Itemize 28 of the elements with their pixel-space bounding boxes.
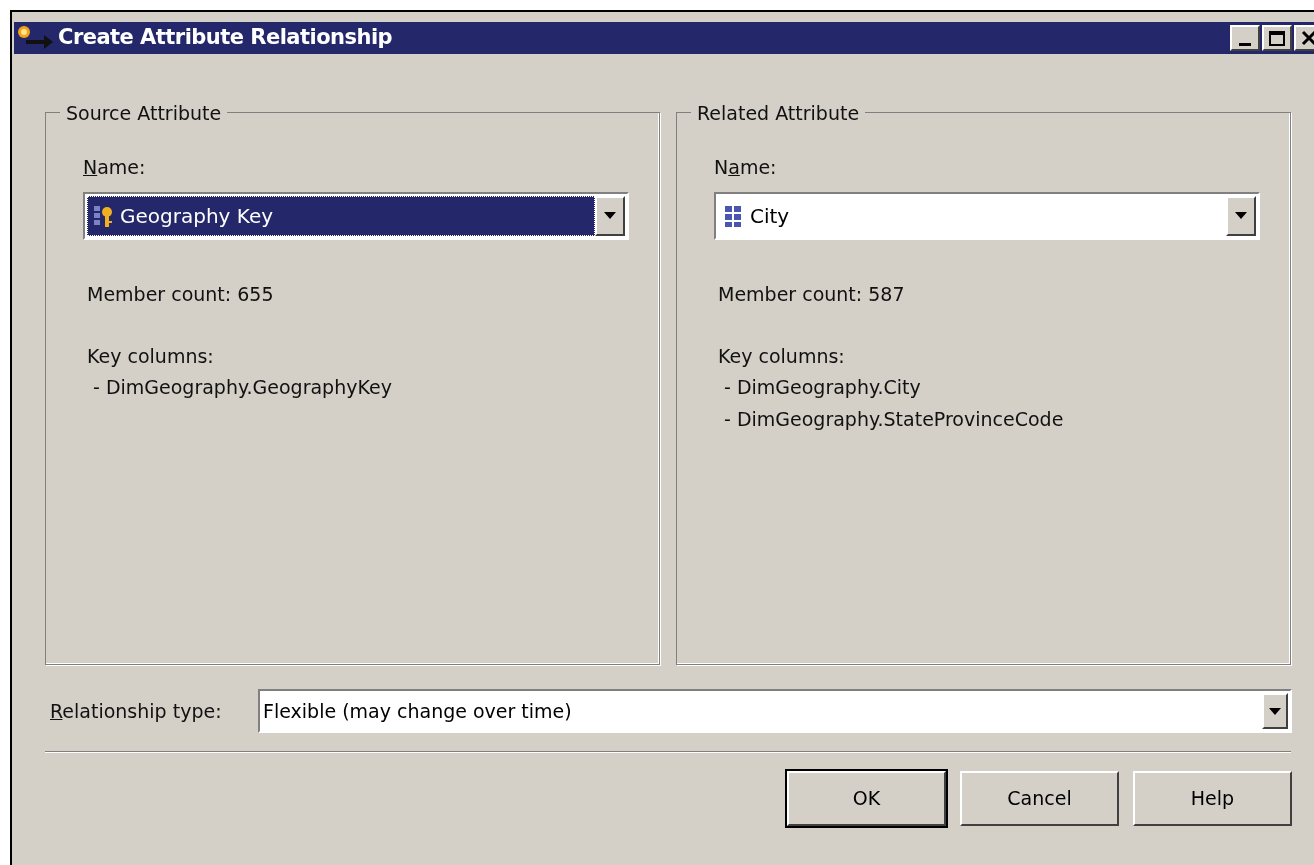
caret-icon bbox=[1235, 212, 1247, 219]
key-columns-label: Key columns: bbox=[87, 344, 215, 369]
attribute-icon bbox=[722, 203, 744, 228]
minimize-button[interactable] bbox=[1230, 25, 1260, 51]
key-column-item: - DimGeography.GeographyKey bbox=[93, 374, 393, 400]
dropdown-button[interactable] bbox=[1226, 195, 1256, 236]
caret-icon bbox=[604, 212, 616, 219]
dropdown-button[interactable] bbox=[1262, 693, 1288, 729]
member-count-text: Member count: 655 bbox=[87, 281, 275, 307]
relationship-type-label: Relationship type: bbox=[50, 698, 223, 724]
relationship-type-dropdown[interactable]: Flexible (may change over time) bbox=[258, 689, 1292, 733]
dropdown-button[interactable] bbox=[595, 195, 625, 236]
name-dropdown[interactable]: City bbox=[714, 191, 1260, 240]
key-column-item: - DimGeography.City bbox=[724, 374, 922, 400]
name-label: Name: bbox=[714, 155, 778, 180]
member-count-text: Member count: 587 bbox=[718, 281, 906, 307]
name-label: Name: bbox=[83, 155, 147, 180]
caret-icon bbox=[1269, 707, 1281, 715]
cancel-button[interactable]: Cancel bbox=[960, 771, 1119, 826]
close-icon bbox=[1301, 30, 1314, 46]
help-button[interactable]: Help bbox=[1133, 771, 1292, 826]
key-icon bbox=[92, 203, 114, 228]
ok-button[interactable]: OK bbox=[787, 771, 946, 826]
maximize-button[interactable] bbox=[1262, 25, 1292, 51]
key-column-item: - DimGeography.StateProvinceCode bbox=[724, 406, 1065, 432]
name-dropdown[interactable]: Geography Key bbox=[83, 191, 629, 240]
key-columns-label: Key columns: bbox=[718, 344, 846, 369]
window-title: Create Attribute Relationship bbox=[58, 24, 393, 52]
